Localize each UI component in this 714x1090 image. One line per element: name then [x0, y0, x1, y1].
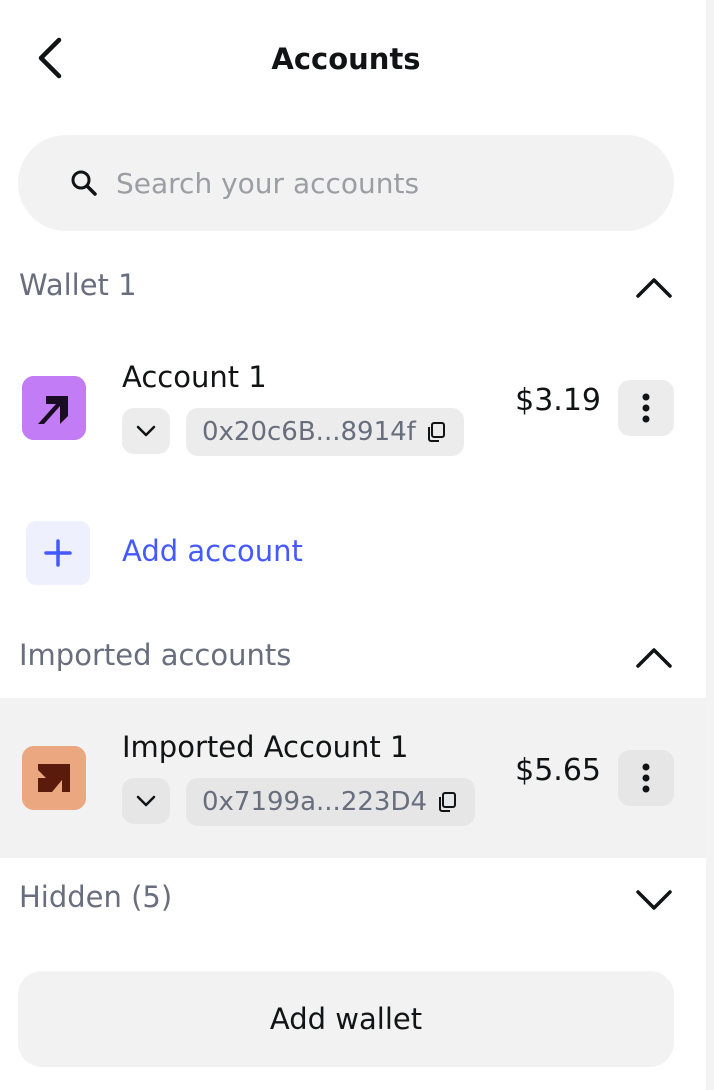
- section-label: Hidden (5): [19, 880, 173, 914]
- avatar: [22, 376, 86, 440]
- accounts-screen: Accounts Wallet 1 Account 1 0x: [0, 0, 714, 1090]
- chevron-down-icon[interactable]: [632, 882, 676, 918]
- page-title: Accounts: [271, 42, 421, 76]
- section-header-hidden[interactable]: Hidden (5): [0, 870, 706, 930]
- chevron-down-icon: [136, 425, 156, 437]
- add-account-label: Add account: [122, 534, 303, 568]
- account-row-selected[interactable]: Imported Account 1 0x7199a...223D4 $5.65: [0, 698, 706, 858]
- section-header-imported-accounts[interactable]: Imported accounts: [0, 628, 706, 688]
- account-balance: $3.19: [515, 383, 601, 418]
- header: Accounts: [0, 0, 706, 120]
- add-wallet-button[interactable]: Add wallet: [18, 971, 674, 1067]
- section-label: Imported accounts: [19, 638, 292, 672]
- account-row[interactable]: Account 1 0x20c6B...8914f $3.19: [0, 328, 706, 488]
- search-bar[interactable]: [18, 135, 674, 231]
- account-balance: $5.65: [515, 753, 601, 788]
- account-avatar-icon: [22, 376, 86, 440]
- account-options-button[interactable]: [618, 380, 674, 436]
- section-header-wallet-1[interactable]: Wallet 1: [0, 258, 706, 318]
- add-account-button[interactable]: Add account: [0, 506, 706, 602]
- address-copy-chip[interactable]: 0x7199a...223D4: [186, 778, 476, 826]
- account-address: 0x7199a...223D4: [202, 787, 428, 817]
- search-icon: [71, 170, 97, 196]
- account-name: Account 1: [122, 360, 267, 394]
- plus-icon: [26, 521, 90, 585]
- more-vertical-icon: [642, 763, 650, 793]
- scrollbar-track[interactable]: [706, 0, 714, 1090]
- avatar: [22, 746, 86, 810]
- account-name: Imported Account 1: [122, 730, 409, 764]
- copy-icon: [427, 422, 445, 442]
- copy-icon: [439, 792, 457, 812]
- chevron-up-icon[interactable]: [632, 270, 676, 306]
- expand-account-button[interactable]: [122, 408, 170, 454]
- account-address: 0x20c6B...8914f: [202, 417, 416, 447]
- address-copy-chip[interactable]: 0x20c6B...8914f: [186, 408, 464, 456]
- chevron-up-icon[interactable]: [632, 640, 676, 676]
- chevron-down-icon: [136, 795, 156, 807]
- account-options-button[interactable]: [618, 750, 674, 806]
- account-avatar-icon: [22, 746, 86, 810]
- section-label: Wallet 1: [19, 268, 137, 302]
- search-input[interactable]: [116, 153, 656, 213]
- expand-account-button[interactable]: [122, 778, 170, 824]
- more-vertical-icon: [642, 393, 650, 423]
